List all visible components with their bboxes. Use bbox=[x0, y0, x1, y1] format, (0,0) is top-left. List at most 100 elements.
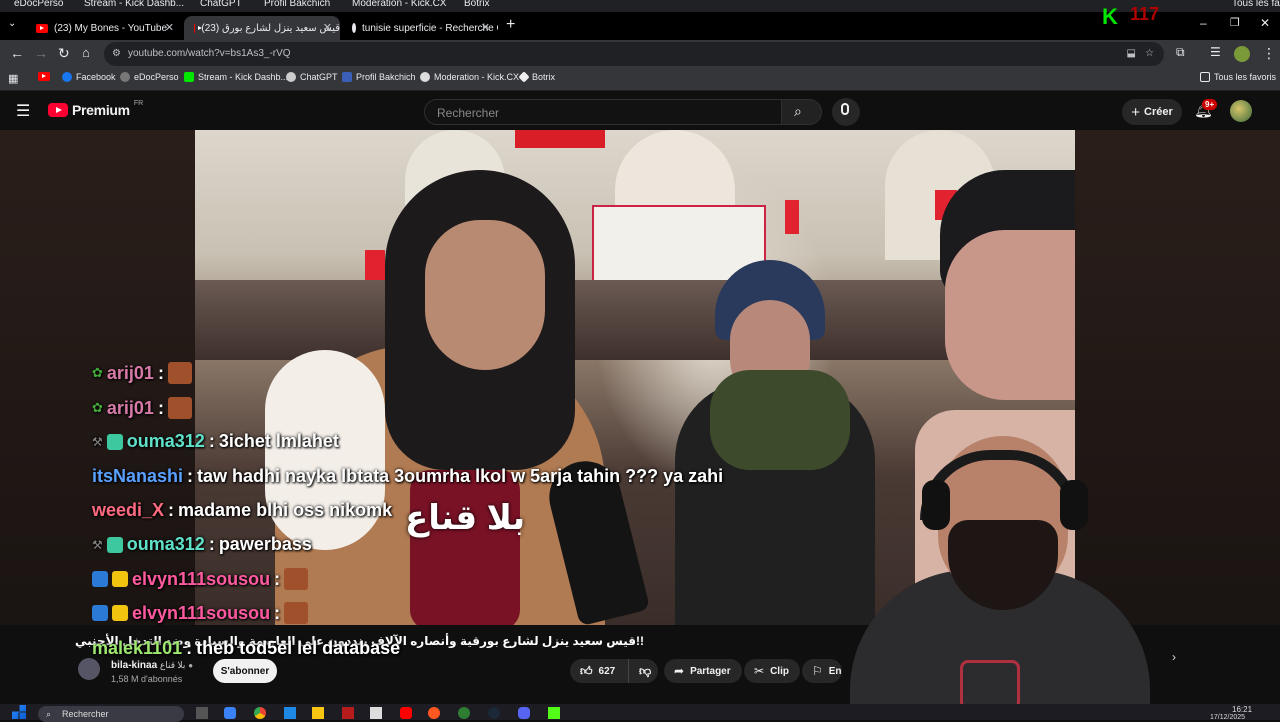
profile-icon bbox=[342, 72, 352, 82]
extensions-icon[interactable]: ⧉ bbox=[1176, 45, 1185, 60]
steam-icon[interactable] bbox=[488, 707, 500, 719]
address-toolbar: ← → ↻ ⌂ ⚙ youtube.com/watch?v=bs1As3_-rV… bbox=[0, 40, 1280, 68]
channel-name: bila-kinaa bbox=[111, 660, 158, 671]
tab-google-search[interactable]: tunisie superficie - Recherche G ✕ bbox=[342, 16, 498, 40]
tab-label: tunisie superficie - Recherche G bbox=[362, 22, 498, 34]
media-icon[interactable]: ☰ bbox=[1210, 45, 1221, 59]
bookmark-kick-dashboard[interactable]: Stream - Kick Dashb... bbox=[184, 72, 288, 82]
channel-name-arabic: بلا قناع bbox=[159, 660, 186, 670]
bookmark-botrix[interactable]: Botrix bbox=[518, 71, 555, 83]
search-icon: ⌕ bbox=[794, 103, 802, 119]
tab-list-icon[interactable]: ⌄ bbox=[8, 18, 16, 29]
tunisian-flag bbox=[515, 130, 605, 148]
subscribe-button[interactable]: S'abonner bbox=[213, 659, 277, 683]
chrome-icon[interactable] bbox=[254, 707, 266, 719]
strip-item[interactable]: eDocPerso bbox=[14, 0, 63, 9]
chat-message: ⚒ ouma312: pawerbass bbox=[92, 534, 312, 554]
apps-grid-icon[interactable]: ▦ bbox=[8, 72, 18, 85]
tab-current-video[interactable]: (23) قيس سعيد ينزل لشارع بورق ✕ bbox=[184, 16, 340, 40]
crowd bbox=[195, 280, 1075, 360]
sweater bbox=[410, 470, 520, 625]
close-icon[interactable]: ✕ bbox=[323, 21, 332, 34]
plus-icon: + bbox=[1131, 103, 1140, 121]
address-bar[interactable]: ⚙ youtube.com/watch?v=bs1As3_-rVQ ⬓ ☆ bbox=[104, 42, 1164, 66]
task-view-icon[interactable] bbox=[196, 707, 208, 719]
profile-avatar[interactable] bbox=[1234, 46, 1250, 62]
bookmark-label: Tous les favoris bbox=[1214, 72, 1277, 82]
app-icon[interactable] bbox=[458, 707, 470, 719]
forward-icon[interactable]: → bbox=[34, 45, 48, 61]
chat-message: ✿ arij01: bbox=[92, 397, 192, 419]
new-tab-icon[interactable]: + bbox=[506, 16, 515, 34]
chevron-right-icon[interactable]: › bbox=[1172, 650, 1176, 664]
channel-name-row[interactable]: bila-kinaa بلا قناع ● bbox=[111, 660, 193, 671]
bookmark-label: ChatGPT bbox=[300, 72, 338, 82]
chat-message: ✿ arij01: bbox=[92, 362, 192, 384]
home-icon[interactable]: ⌂ bbox=[82, 45, 90, 60]
like-button[interactable]: 👍︎ 627 bbox=[570, 659, 628, 683]
app-icon[interactable] bbox=[342, 707, 354, 719]
app-icon[interactable] bbox=[370, 707, 382, 719]
close-window-icon[interactable]: ✕ bbox=[1260, 16, 1270, 30]
strip-item[interactable]: Stream - Kick Dashb... bbox=[84, 0, 184, 9]
bookmark-edocperso[interactable]: eDocPerso bbox=[120, 72, 179, 82]
install-icon[interactable]: ⬓ bbox=[1127, 42, 1136, 66]
channel-avatar[interactable] bbox=[78, 658, 100, 680]
store-icon[interactable] bbox=[284, 707, 296, 719]
kick-app-icon[interactable] bbox=[548, 707, 560, 719]
clock-time[interactable]: 16:21 bbox=[1232, 705, 1252, 714]
reload-icon[interactable]: ↻ bbox=[58, 45, 70, 62]
strip-item[interactable]: Tous les fa bbox=[1232, 0, 1280, 9]
close-icon[interactable]: ✕ bbox=[165, 21, 174, 34]
bookmark-chatgpt[interactable]: ChatGPT bbox=[286, 72, 338, 82]
obs-icon[interactable] bbox=[428, 707, 440, 719]
face bbox=[945, 230, 1075, 400]
bookmark-moderation[interactable]: Moderation - Kick.CX bbox=[420, 72, 519, 82]
hamburger-menu-icon[interactable]: ☰ bbox=[16, 101, 30, 121]
youtube-play-icon bbox=[48, 103, 68, 117]
minimize-icon[interactable]: – bbox=[1200, 16, 1207, 30]
clip-button[interactable]: ✂ Clip bbox=[744, 659, 800, 683]
bookmark-facebook[interactable]: Facebook bbox=[62, 72, 116, 82]
share-button[interactable]: ➦ Partager bbox=[664, 659, 742, 683]
bookmark-profil-bakchich[interactable]: Profil Bakchich bbox=[342, 72, 416, 82]
youtube-icon bbox=[38, 72, 50, 81]
chatgpt-icon bbox=[286, 72, 296, 82]
bookmark-label: eDocPerso bbox=[134, 72, 179, 82]
close-icon[interactable]: ✕ bbox=[481, 21, 490, 34]
search-input[interactable]: Rechercher bbox=[424, 99, 782, 125]
folder-icon[interactable] bbox=[312, 707, 324, 719]
youtube-logo[interactable]: Premium FR bbox=[48, 100, 143, 118]
strip-item[interactable]: ChatGPT bbox=[200, 0, 242, 9]
site-info-icon[interactable]: ⚙ bbox=[112, 42, 121, 66]
all-bookmarks[interactable]: Tous les favoris bbox=[1200, 72, 1276, 82]
bookmark-label: Profil Bakchich bbox=[356, 72, 416, 82]
kick-icon bbox=[184, 72, 194, 82]
bookmark-youtube[interactable] bbox=[38, 72, 56, 81]
create-button[interactable]: + Créer bbox=[1122, 99, 1182, 125]
chat-message: elvyn111sousou: bbox=[92, 602, 309, 624]
chat-text: madame blhi oss nikomk bbox=[178, 500, 393, 520]
scarf bbox=[710, 370, 850, 470]
voice-search-button[interactable] bbox=[832, 98, 860, 126]
maximize-icon[interactable]: ❐ bbox=[1230, 16, 1240, 29]
back-icon[interactable]: ← bbox=[10, 45, 24, 61]
dislike-button[interactable]: 👎︎ bbox=[628, 659, 658, 683]
strip-item[interactable]: Botrix bbox=[464, 0, 490, 9]
wrench-badge-icon: ⚒ bbox=[92, 537, 103, 552]
copilot-icon[interactable] bbox=[224, 707, 236, 719]
youtube-header: ☰ Premium FR Rechercher ⌕ + Créer 🔔︎ 9+ bbox=[0, 91, 1280, 131]
account-avatar[interactable] bbox=[1230, 100, 1252, 122]
menu-kebab-icon[interactable]: ⋮ bbox=[1262, 45, 1276, 62]
like-count: 627 bbox=[598, 665, 616, 677]
youtube-app-icon[interactable] bbox=[400, 707, 412, 719]
search-button[interactable]: ⌕ bbox=[782, 99, 822, 125]
strip-item[interactable]: Moderation - Kick.CX bbox=[352, 0, 446, 9]
discord-icon[interactable] bbox=[518, 707, 530, 719]
tab-my-bones[interactable]: (23) My Bones - YouTube ✕ bbox=[26, 16, 182, 40]
bookmark-star-icon[interactable]: ☆ bbox=[1145, 42, 1154, 66]
globe-icon bbox=[120, 72, 130, 82]
strip-item[interactable]: Profil Bakchich bbox=[264, 0, 330, 9]
streamer-webcam bbox=[830, 420, 1190, 720]
scissors-icon: ✂ bbox=[754, 664, 765, 678]
